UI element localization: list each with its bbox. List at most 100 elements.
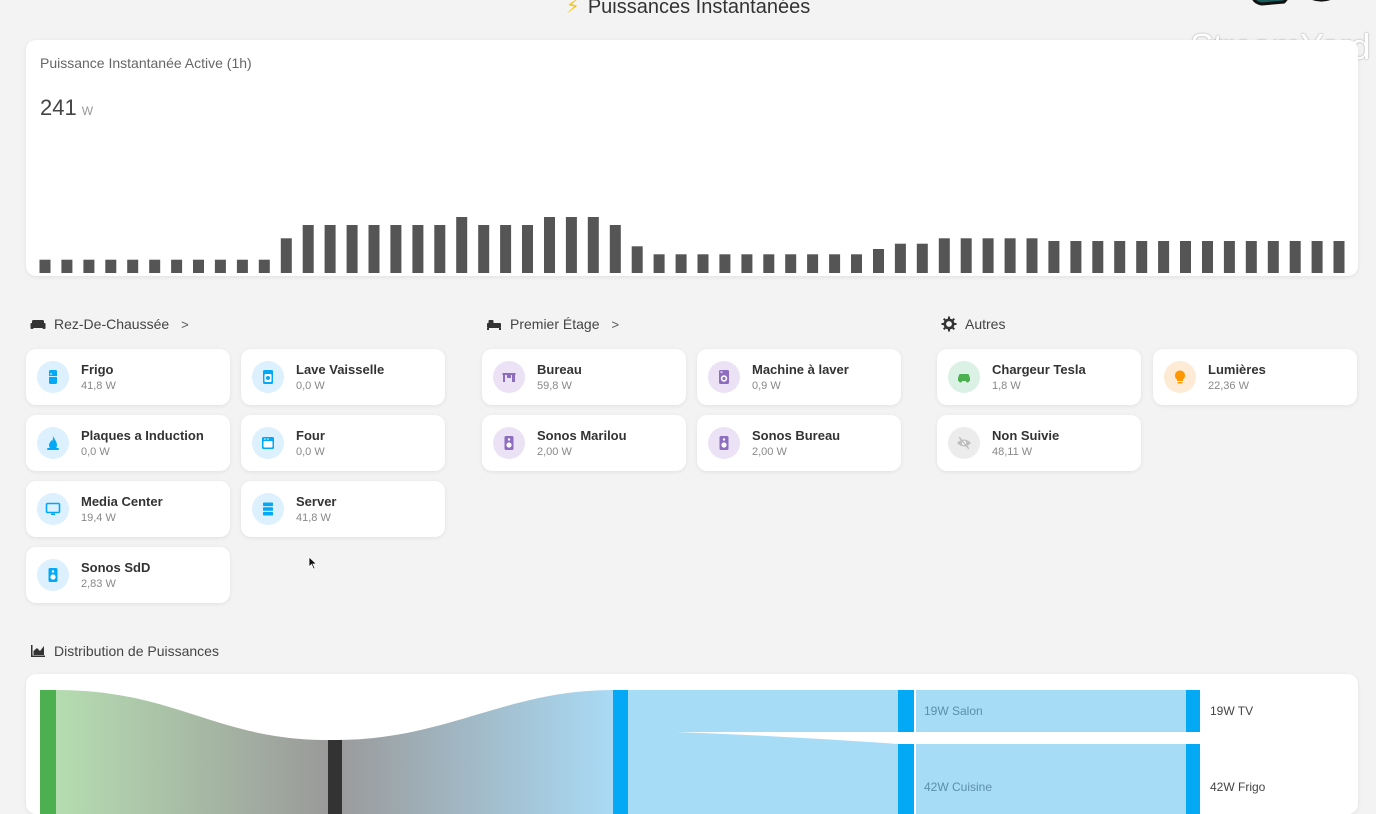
power-bar[interactable]: [982, 238, 994, 273]
device-value: 22,36 W: [1208, 380, 1249, 392]
power-bar[interactable]: [675, 254, 687, 273]
sankey-node-total[interactable]: [328, 740, 342, 814]
power-bar[interactable]: [1267, 241, 1279, 273]
power-bar[interactable]: [500, 225, 512, 273]
power-bar[interactable]: [894, 243, 906, 273]
device-card[interactable]: Sonos Marilou 2,00 W: [482, 415, 686, 471]
device-icon-badge: [708, 361, 740, 393]
power-bar[interactable]: [214, 259, 226, 273]
server-icon: [263, 502, 273, 516]
section-title: Rez-De-Chaussée: [54, 316, 170, 332]
device-card[interactable]: Sonos SdD 2,83 W: [26, 547, 230, 603]
power-bar[interactable]: [1136, 241, 1148, 273]
power-bar[interactable]: [236, 259, 248, 273]
section-header-1[interactable]: Premier Étage >: [486, 316, 619, 332]
sankey-label-salon: 19W Salon: [924, 704, 983, 718]
sankey-node-source[interactable]: [40, 690, 56, 814]
device-name: Sonos Marilou: [537, 428, 627, 443]
power-bar[interactable]: [1070, 241, 1082, 273]
power-bar[interactable]: [302, 225, 314, 273]
power-bar[interactable]: [324, 225, 336, 273]
device-card[interactable]: Machine à laver 0,9 W: [697, 349, 901, 405]
device-card[interactable]: Media Center 19,4 W: [26, 481, 230, 537]
power-bar[interactable]: [280, 238, 292, 273]
power-bar[interactable]: [565, 217, 577, 273]
power-bar[interactable]: [631, 246, 643, 273]
power-bar[interactable]: [39, 259, 51, 273]
power-bar[interactable]: [785, 254, 797, 273]
device-card[interactable]: Four 0,0 W: [241, 415, 445, 471]
chevron-right-icon[interactable]: >: [181, 317, 189, 332]
power-bar[interactable]: [346, 225, 358, 273]
device-card[interactable]: Lumières 22,36 W: [1153, 349, 1357, 405]
section-title: Autres: [965, 316, 1006, 332]
power-bar[interactable]: [368, 225, 380, 273]
sankey-node-cuisine[interactable]: [898, 744, 914, 814]
power-bar[interactable]: [1114, 241, 1126, 273]
sankey-node-rez-de-chaussee[interactable]: [613, 690, 628, 814]
power-bar[interactable]: [829, 254, 841, 273]
power-bar[interactable]: [171, 259, 183, 273]
power-bar[interactable]: [741, 254, 753, 273]
power-bar[interactable]: [1311, 241, 1323, 273]
device-card[interactable]: Chargeur Tesla 1,8 W: [937, 349, 1141, 405]
power-bar[interactable]: [456, 217, 468, 273]
power-bar[interactable]: [1048, 241, 1060, 273]
device-name: Four: [296, 428, 325, 443]
power-bar[interactable]: [697, 254, 709, 273]
device-card[interactable]: Server 41,8 W: [241, 481, 445, 537]
power-bar[interactable]: [763, 254, 775, 273]
section-title: Premier Étage: [510, 316, 600, 332]
power-bar[interactable]: [719, 254, 731, 273]
device-card[interactable]: Plaques a Induction 0,0 W: [26, 415, 230, 471]
power-bar[interactable]: [127, 259, 139, 273]
power-bar[interactable]: [1180, 241, 1191, 273]
power-bar[interactable]: [1004, 238, 1016, 273]
distribution-sankey-card[interactable]: 19W Salon 42W Cuisine 19W TV 42W Frigo: [26, 674, 1358, 814]
power-bar[interactable]: [544, 217, 555, 273]
power-bar[interactable]: [258, 259, 270, 273]
power-bar[interactable]: [522, 225, 533, 273]
device-card[interactable]: Bureau 59,8 W: [482, 349, 686, 405]
power-bar[interactable]: [1289, 241, 1301, 273]
power-bar[interactable]: [1223, 241, 1235, 273]
section-header-0[interactable]: Rez-De-Chaussée >: [30, 316, 189, 332]
power-bar[interactable]: [83, 259, 95, 273]
device-card[interactable]: Frigo 41,8 W: [26, 349, 230, 405]
power-bar[interactable]: [1026, 238, 1038, 273]
chart-area-icon: [31, 645, 45, 657]
device-name: Sonos SdD: [81, 560, 151, 575]
chevron-right-icon[interactable]: >: [611, 317, 619, 332]
power-bar[interactable]: [609, 225, 621, 273]
sankey-node-frigo[interactable]: [1186, 744, 1200, 814]
power-bar[interactable]: [916, 243, 928, 273]
device-card[interactable]: Sonos Bureau 2,00 W: [697, 415, 901, 471]
power-bar[interactable]: [1202, 241, 1213, 273]
power-bar[interactable]: [1333, 241, 1345, 273]
power-bar[interactable]: [1092, 241, 1104, 273]
power-bar[interactable]: [851, 254, 862, 273]
power-bar[interactable]: [478, 225, 490, 273]
power-bar[interactable]: [434, 225, 446, 273]
device-value: 0,0 W: [296, 380, 325, 392]
power-chart-card[interactable]: Puissance Instantanée Active (1h) 241 W: [26, 40, 1358, 276]
power-bar[interactable]: [807, 254, 819, 273]
power-bar[interactable]: [390, 225, 402, 273]
power-bar[interactable]: [938, 238, 950, 273]
power-bar[interactable]: [587, 217, 599, 273]
power-bar[interactable]: [1245, 241, 1257, 273]
device-card[interactable]: Lave Vaisselle 0,0 W: [241, 349, 445, 405]
power-bar[interactable]: [193, 259, 204, 273]
sankey-node-salon[interactable]: [898, 690, 914, 732]
power-bar[interactable]: [61, 259, 73, 273]
device-icon-badge: [493, 427, 525, 459]
power-bar[interactable]: [873, 249, 884, 273]
power-bar[interactable]: [105, 259, 117, 273]
power-bar[interactable]: [1158, 241, 1170, 273]
power-bar[interactable]: [149, 259, 161, 273]
sankey-node-tv[interactable]: [1186, 690, 1200, 732]
device-card[interactable]: Non Suivie 48,11 W: [937, 415, 1141, 471]
power-bar[interactable]: [960, 238, 972, 273]
power-bar[interactable]: [653, 254, 665, 273]
power-bar[interactable]: [412, 225, 424, 273]
